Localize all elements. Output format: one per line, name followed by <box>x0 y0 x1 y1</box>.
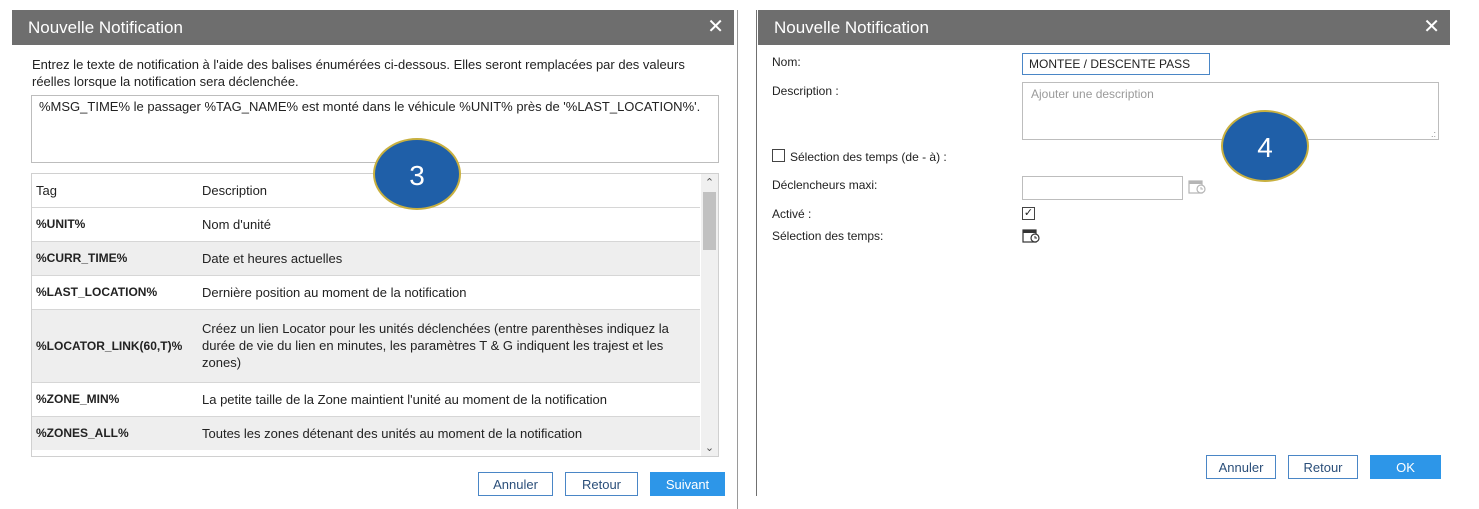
name-input[interactable]: MONTEE / DESCENTE PASS <box>1022 53 1210 75</box>
tag-cell: %LAST_LOCATION% <box>32 274 198 309</box>
description-placeholder: Ajouter une description <box>1031 87 1154 101</box>
max-triggers-input[interactable] <box>1022 176 1183 200</box>
close-icon[interactable]: ✕ <box>1423 10 1440 45</box>
close-icon[interactable]: ✕ <box>707 10 724 45</box>
table-row[interactable]: %LAST_LOCATION% Dernière position au mom… <box>32 274 700 309</box>
max-triggers-label: Déclencheurs maxi: <box>772 178 878 192</box>
description-cell: Créez un lien Locator pour les unités dé… <box>198 308 700 382</box>
right-panel-edge <box>756 10 757 496</box>
message-textarea[interactable]: %MSG_TIME% le passager %TAG_NAME% est mo… <box>31 95 719 163</box>
step-badge-3: 3 <box>373 138 461 210</box>
scroll-up-icon[interactable]: ⌃ <box>701 176 718 189</box>
table-row[interactable]: %UNIT% Nom d'unité <box>32 206 700 241</box>
description-cell: La petite taille de la Zone maintient l'… <box>198 381 700 416</box>
left-dialog-title: Nouvelle Notification <box>28 18 183 37</box>
right-notification-dialog: Nouvelle Notification ✕ Nom: MONTEE / DE… <box>758 10 1450 490</box>
table-row[interactable]: %ZONE_MIN% La petite taille de la Zone m… <box>32 381 700 416</box>
table-header-tag: Tag <box>36 182 57 198</box>
left-dialog-titlebar: Nouvelle Notification ✕ <box>12 10 734 45</box>
table-header-row: Tag Description <box>32 174 700 207</box>
time-range-checkbox[interactable] <box>772 149 785 162</box>
dialog-divider <box>737 10 738 509</box>
left-notification-dialog: Nouvelle Notification ✕ Entrez le texte … <box>12 10 734 509</box>
step-badge-4: 4 <box>1221 110 1309 182</box>
table-row[interactable]: %CURR_TIME% Date et heures actuelles <box>32 240 700 275</box>
tag-cell: %ZONES_ALL% <box>32 415 198 450</box>
scrollbar-thumb[interactable] <box>703 192 716 250</box>
description-cell: Date et heures actuelles <box>198 240 700 275</box>
description-cell: Toutes les zones détenant des unités au … <box>198 415 700 450</box>
tag-cell: %LOCATOR_LINK(60,T)% <box>32 308 198 382</box>
instructions-text: Entrez le texte de notification à l'aide… <box>32 57 685 89</box>
name-label: Nom: <box>772 55 801 69</box>
calendar-clock-icon[interactable] <box>1188 178 1206 194</box>
tags-table: Tag Description %UNIT% Nom d'unité %CURR… <box>32 174 700 450</box>
right-dialog-titlebar: Nouvelle Notification ✕ <box>758 10 1450 45</box>
description-cell: Dernière position au moment de la notifi… <box>198 274 700 309</box>
time-selection-label: Sélection des temps: <box>772 229 884 243</box>
right-dialog-title: Nouvelle Notification <box>774 18 929 37</box>
table-scrollbar[interactable]: ⌃ ⌄ <box>701 174 718 456</box>
ok-button[interactable]: OK <box>1370 455 1441 479</box>
back-button[interactable]: Retour <box>565 472 638 496</box>
table-row[interactable]: %LOCATOR_LINK(60,T)% Créez un lien Locat… <box>32 308 700 382</box>
time-range-checkbox-label: Sélection des temps (de - à) : <box>790 150 947 164</box>
calendar-clock-icon[interactable] <box>1022 227 1040 243</box>
next-button[interactable]: Suivant <box>650 472 725 496</box>
description-cell: Nom d'unité <box>198 206 700 241</box>
tag-cell: %ZONE_MIN% <box>32 381 198 416</box>
tag-cell: %UNIT% <box>32 206 198 241</box>
active-checkbox[interactable]: ✓ <box>1022 207 1035 220</box>
back-button[interactable]: Retour <box>1288 455 1358 479</box>
resize-grip-icon[interactable]: .: <box>1431 129 1436 139</box>
active-label: Activé : <box>772 207 812 221</box>
scroll-down-icon[interactable]: ⌄ <box>701 441 718 454</box>
table-row[interactable]: %ZONES_ALL% Toutes les zones détenant de… <box>32 415 700 450</box>
description-label: Description : <box>772 84 839 98</box>
cancel-button[interactable]: Annuler <box>1206 455 1276 479</box>
name-input-value: MONTEE / DESCENTE PASS <box>1029 57 1191 71</box>
tag-cell: %CURR_TIME% <box>32 240 198 275</box>
cancel-button[interactable]: Annuler <box>478 472 553 496</box>
message-text: %MSG_TIME% le passager %TAG_NAME% est mo… <box>39 99 701 114</box>
tags-table-container: Tag Description %UNIT% Nom d'unité %CURR… <box>31 173 719 457</box>
